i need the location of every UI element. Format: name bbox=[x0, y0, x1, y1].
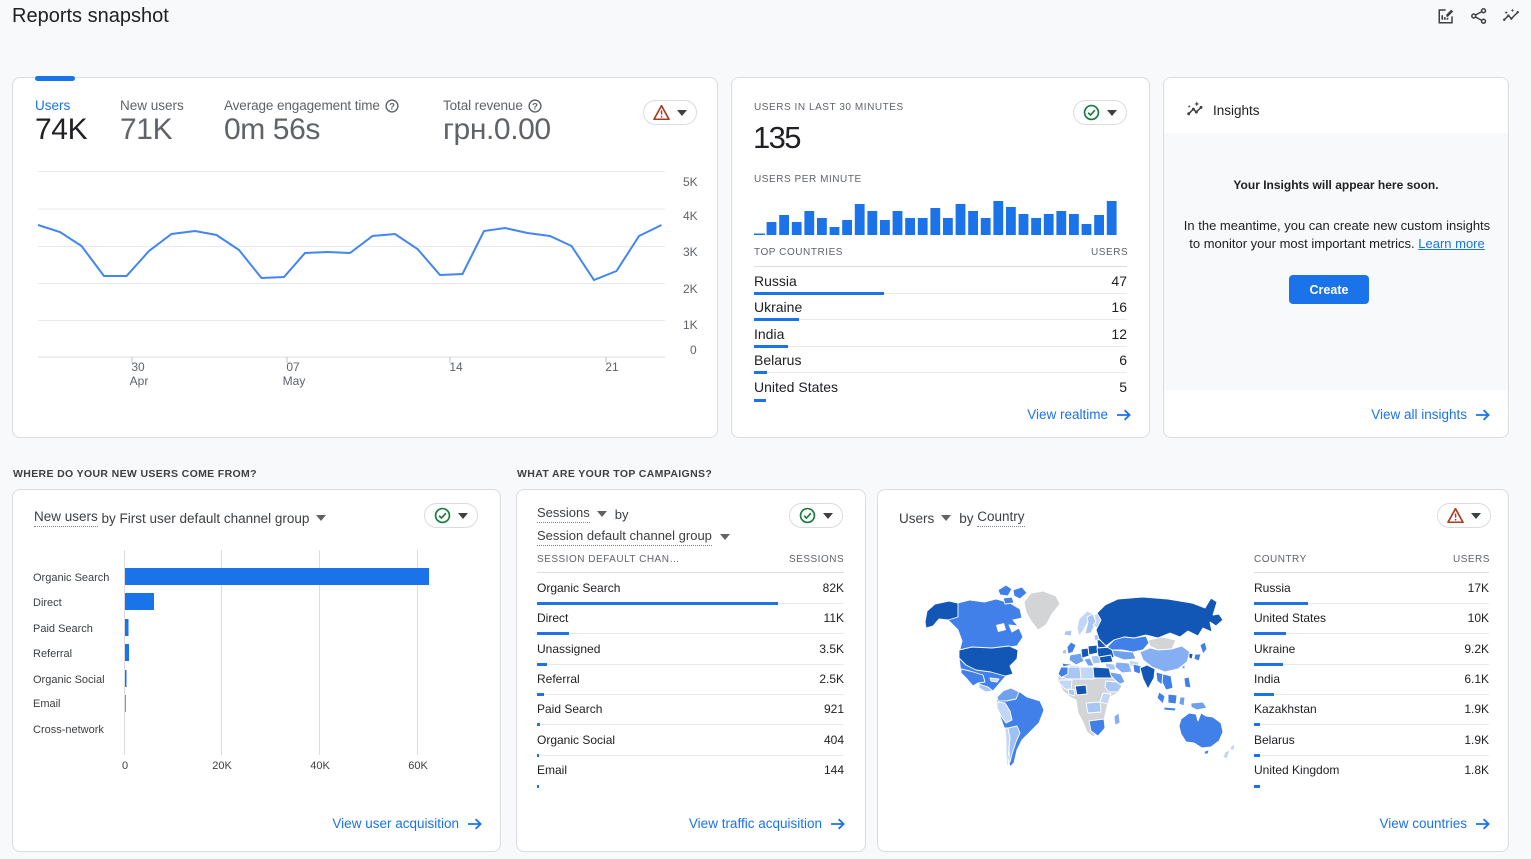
svg-text:Apr: Apr bbox=[130, 374, 149, 388]
svg-text:4K: 4K bbox=[683, 209, 698, 223]
svg-text:Direct: Direct bbox=[33, 597, 62, 609]
svg-text:Referral: Referral bbox=[33, 648, 72, 660]
svg-text:14: 14 bbox=[449, 360, 463, 374]
svg-text:20K: 20K bbox=[212, 760, 232, 772]
svg-text:40K: 40K bbox=[310, 760, 330, 772]
svg-text:Email: Email bbox=[33, 698, 61, 710]
svg-text:Organic Search: Organic Search bbox=[33, 572, 109, 584]
svg-text:Organic Social: Organic Social bbox=[33, 674, 105, 686]
svg-text:Paid Search: Paid Search bbox=[33, 623, 93, 635]
svg-text:21: 21 bbox=[605, 360, 619, 374]
svg-text:May: May bbox=[283, 374, 306, 388]
svg-text:1K: 1K bbox=[683, 318, 698, 332]
svg-text:0: 0 bbox=[690, 343, 697, 357]
svg-text:30: 30 bbox=[131, 360, 145, 374]
svg-text:07: 07 bbox=[286, 360, 300, 374]
svg-text:5K: 5K bbox=[683, 175, 698, 189]
svg-text:0: 0 bbox=[122, 760, 128, 772]
svg-text:60K: 60K bbox=[408, 760, 428, 772]
svg-text:2K: 2K bbox=[683, 282, 698, 296]
svg-text:3K: 3K bbox=[683, 245, 698, 259]
svg-text:Cross-network: Cross-network bbox=[33, 724, 104, 736]
